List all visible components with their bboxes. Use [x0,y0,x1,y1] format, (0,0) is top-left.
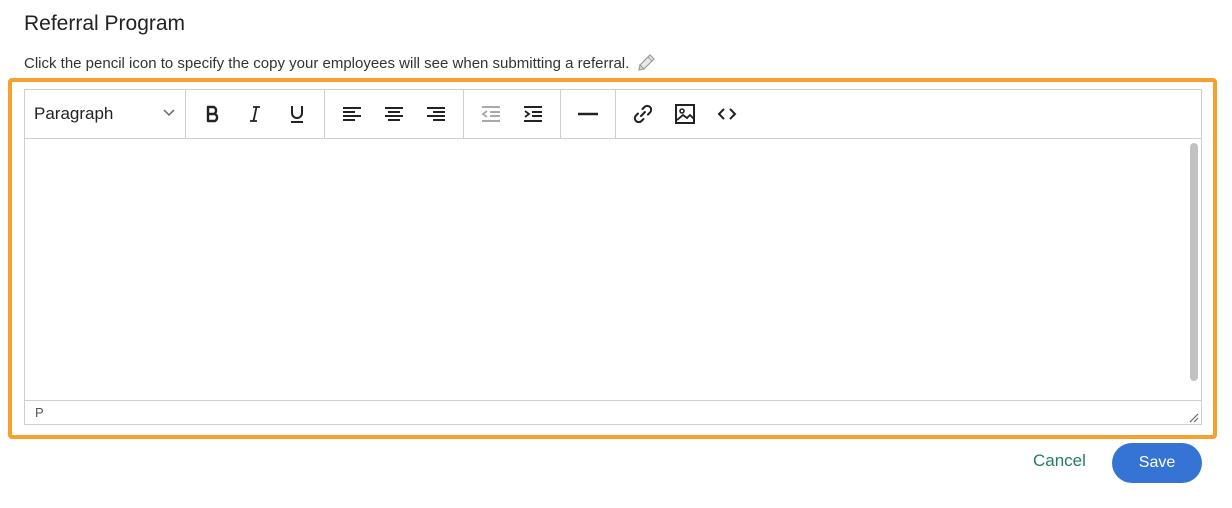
text-style-group [186,90,325,138]
block-format-value: Paragraph [34,104,114,123]
source-code-button[interactable] [706,96,748,132]
align-center-icon [385,107,403,121]
link-icon [633,104,653,124]
underline-icon [291,106,303,123]
page-title: Referral Program [24,12,186,35]
alignment-group [325,90,464,138]
editor-toolbar: Paragraph [25,90,1201,139]
align-right-button[interactable] [415,96,457,132]
indent-icon [524,106,542,122]
chevron-down-icon [161,104,177,125]
underline-button[interactable] [276,96,318,132]
horizontal-rule-icon [578,112,598,116]
indent-button[interactable] [512,96,554,132]
italic-button[interactable] [234,96,276,132]
insert-rule-group [561,90,616,138]
align-left-icon [343,107,361,121]
bold-button[interactable] [192,96,234,132]
instructions: Click the pencil icon to specify the cop… [24,52,657,74]
insert-media-group [616,90,754,138]
outdent-icon [481,106,500,122]
indent-group [464,90,561,138]
rich-text-editor: Paragraph P [24,89,1202,425]
save-button[interactable]: Save [1112,443,1202,483]
align-left-button[interactable] [331,96,373,132]
editor-statusbar: P [25,400,1201,424]
image-icon [675,104,695,124]
bold-icon [206,105,219,123]
image-button[interactable] [664,96,706,132]
element-path[interactable]: P [35,405,44,420]
editor-content-area[interactable] [25,139,1201,401]
block-format-select[interactable]: Paragraph [25,104,185,125]
cancel-button[interactable]: Cancel [1033,451,1086,471]
instructions-text: Click the pencil icon to specify the cop… [24,54,630,72]
pencil-icon[interactable] [635,52,657,74]
editor-scrollbar[interactable] [1190,143,1198,381]
italic-icon [250,106,260,122]
code-icon [717,108,737,120]
align-center-button[interactable] [373,96,415,132]
format-group: Paragraph [25,90,186,138]
align-right-icon [427,107,445,121]
horizontal-rule-button[interactable] [567,96,609,132]
outdent-button[interactable] [470,96,512,132]
resize-handle-icon[interactable] [1187,410,1199,423]
link-button[interactable] [622,96,664,132]
